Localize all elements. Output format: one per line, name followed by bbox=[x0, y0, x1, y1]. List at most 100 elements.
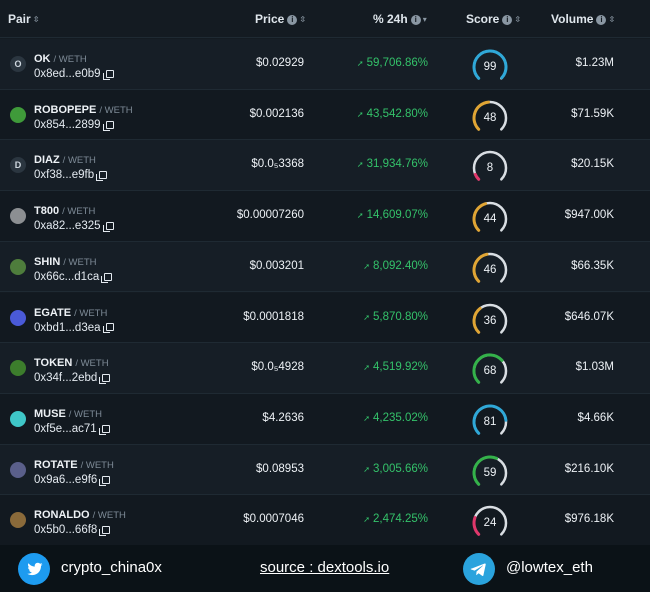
pair-symbol[interactable]: SHIN / WETH bbox=[34, 256, 97, 268]
change-24h: ➚ 5,870.80% bbox=[363, 311, 428, 323]
copy-icon[interactable] bbox=[102, 120, 114, 131]
price-value: $0.08953 bbox=[256, 462, 304, 475]
pair-address: 0x9a6...e9f6 bbox=[34, 474, 111, 486]
change-value: 4,235.02% bbox=[373, 411, 428, 424]
score-value: 59 bbox=[483, 466, 497, 479]
sort-icon: ⇳ bbox=[608, 14, 616, 24]
pair-symbol[interactable]: T800/ WETH bbox=[34, 205, 95, 217]
score-gauge: 8 bbox=[469, 149, 511, 183]
score-value: 48 bbox=[483, 111, 497, 124]
pair-symbol[interactable]: DIAZ / WETH bbox=[34, 154, 96, 166]
change-value: 4,519.92% bbox=[373, 361, 428, 374]
address-text: 0xa82...e325 bbox=[34, 220, 101, 233]
header-price[interactable]: Price i ⇳ bbox=[255, 0, 306, 38]
volume-value: $976.18K bbox=[564, 513, 614, 526]
table-row[interactable]: T800/ WETH 0xa82...e325 $0.00007260 ➚ 14,609… bbox=[0, 191, 650, 242]
header-pair[interactable]: Pair ⇳ bbox=[8, 0, 39, 38]
copy-icon[interactable] bbox=[99, 374, 111, 385]
pair-address: 0xf38...e9fb bbox=[34, 169, 108, 182]
copy-icon[interactable] bbox=[99, 526, 111, 537]
trend-up-icon: ➚ bbox=[356, 211, 364, 221]
score-value: 44 bbox=[483, 213, 497, 226]
address-text: 0x34f...2ebd bbox=[34, 372, 98, 385]
table-row[interactable]: ROTATE / WETH 0x9a6...e9f6 $0.08953 ➚ 3,005.6… bbox=[0, 444, 650, 496]
table-row[interactable]: O OK / WETH 0x8ed...e0b9 $0.02929 ➚ 59,706.86%… bbox=[0, 39, 650, 90]
change-value: 3,005.66% bbox=[373, 462, 428, 475]
token-logo-icon bbox=[10, 309, 26, 326]
table-row[interactable]: EGATE / WETH 0xbd1...d3ea $0.0001818 ➚ 5,870.… bbox=[0, 292, 650, 344]
sort-icon: ⇳ bbox=[514, 14, 522, 24]
pair-symbol[interactable]: OK / WETH bbox=[34, 53, 87, 65]
header-volume[interactable]: Volume i ⇳ bbox=[551, 0, 615, 38]
volume-value: $947.00K bbox=[564, 209, 614, 222]
pair-address: 0x854...2899 bbox=[34, 119, 114, 131]
table-row[interactable]: D DIAZ / WETH 0xf38...e9fb $0.0₅3368 ➚ 31,934.… bbox=[0, 140, 650, 192]
table-row[interactable]: MUSE / WETH 0xf5e...ac71 $4.2636 ➚ 4,235.02% 8… bbox=[0, 393, 650, 445]
table-row[interactable]: ROBOPEPE / WETH 0x854...2899 $0.002136 ➚ 43,5… bbox=[0, 89, 650, 141]
copy-icon[interactable] bbox=[102, 222, 114, 233]
score-gauge: 46 bbox=[469, 251, 511, 285]
token-logo-icon: D bbox=[10, 157, 26, 174]
token-symbol: OK bbox=[34, 53, 51, 65]
token-logo-icon bbox=[10, 461, 26, 478]
info-icon: i bbox=[502, 14, 513, 25]
footer-bar: crypto_china0x source : dextools.io @low… bbox=[0, 545, 650, 592]
token-logo-icon bbox=[10, 258, 26, 275]
copy-icon[interactable] bbox=[98, 424, 110, 435]
table-row[interactable]: RONALDO / WETH 0x5b0...66f8 $0.0007046 ➚ 2,47… bbox=[0, 495, 650, 546]
pair-symbol[interactable]: ROBOPEPE / WETH bbox=[34, 104, 133, 116]
change-24h: ➚ 43,542.80% bbox=[357, 108, 428, 120]
token-logo-icon bbox=[10, 512, 26, 529]
price-value: $0.003201 bbox=[249, 259, 304, 272]
token-logo-icon: O bbox=[10, 56, 26, 72]
table-row[interactable]: SHIN / WETH 0x66c...d1ca $0.003201 ➚ 8,092.40… bbox=[0, 241, 650, 293]
pair-symbol[interactable]: MUSE / WETH bbox=[34, 408, 102, 420]
score-gauge: 59 bbox=[469, 454, 511, 488]
base-token: / WETH bbox=[75, 358, 109, 370]
telegram-handle[interactable]: @lowtex_eth bbox=[506, 559, 593, 576]
copy-icon[interactable] bbox=[99, 475, 111, 486]
token-logo-icon bbox=[10, 410, 26, 427]
token-symbol: TOKEN bbox=[34, 357, 73, 370]
copy-icon[interactable] bbox=[102, 69, 114, 80]
base-token: / WETH bbox=[99, 104, 133, 116]
volume-value: $20.15K bbox=[571, 158, 614, 171]
header-score[interactable]: Score i ⇳ bbox=[466, 0, 521, 38]
pair-symbol[interactable]: RONALDO / WETH bbox=[34, 509, 126, 521]
copy-icon[interactable] bbox=[101, 272, 113, 283]
change-value: 14,609.07% bbox=[366, 209, 428, 222]
source-link[interactable]: source : dextools.io bbox=[260, 559, 389, 576]
twitter-icon[interactable] bbox=[18, 553, 50, 585]
header-change[interactable]: % 24h i ▾ bbox=[373, 0, 427, 38]
price-value: $0.0₅3368 bbox=[251, 158, 304, 171]
volume-value: $216.10K bbox=[564, 462, 614, 475]
table-header: Pair ⇳ Price i ⇳ % 24h i ▾ Score i ⇳ Volume i ⇳ bbox=[0, 0, 650, 38]
pair-address: 0xf5e...ac71 bbox=[34, 423, 110, 435]
copy-icon[interactable] bbox=[96, 171, 108, 182]
token-symbol: DIAZ bbox=[34, 154, 60, 167]
change-24h: ➚ 8,092.40% bbox=[363, 260, 428, 272]
table-row[interactable]: TOKEN / WETH 0x34f...2ebd $0.0₅4928 ➚ 4,519.9… bbox=[0, 343, 650, 394]
trend-up-icon: ➚ bbox=[363, 312, 370, 322]
header-price-label: Price bbox=[255, 12, 285, 26]
trend-up-icon: ➚ bbox=[356, 59, 364, 68]
token-symbol: ROTATE bbox=[34, 458, 78, 471]
trend-up-icon: ➚ bbox=[363, 363, 370, 373]
copy-icon[interactable] bbox=[102, 323, 114, 334]
change-value: 5,870.80% bbox=[373, 310, 428, 323]
pair-symbol[interactable]: EGATE / WETH bbox=[34, 307, 107, 319]
price-value: $0.0001818 bbox=[243, 310, 304, 323]
change-24h: ➚ 59,706.86% bbox=[357, 57, 428, 69]
twitter-handle[interactable]: crypto_china0x bbox=[61, 559, 162, 576]
score-gauge: 48 bbox=[469, 99, 511, 133]
score-gauge: 68 bbox=[469, 352, 511, 386]
price-value: $0.00007260 bbox=[236, 209, 304, 222]
pair-symbol[interactable]: TOKEN / WETH bbox=[34, 357, 109, 369]
token-symbol: MUSE bbox=[34, 407, 66, 420]
volume-value: $66.35K bbox=[571, 259, 614, 272]
pair-symbol[interactable]: ROTATE / WETH bbox=[34, 459, 114, 471]
trend-up-icon: ➚ bbox=[356, 109, 364, 119]
token-symbol: EGATE bbox=[34, 306, 72, 319]
telegram-icon[interactable] bbox=[463, 553, 495, 585]
trend-up-icon: ➚ bbox=[356, 160, 364, 170]
